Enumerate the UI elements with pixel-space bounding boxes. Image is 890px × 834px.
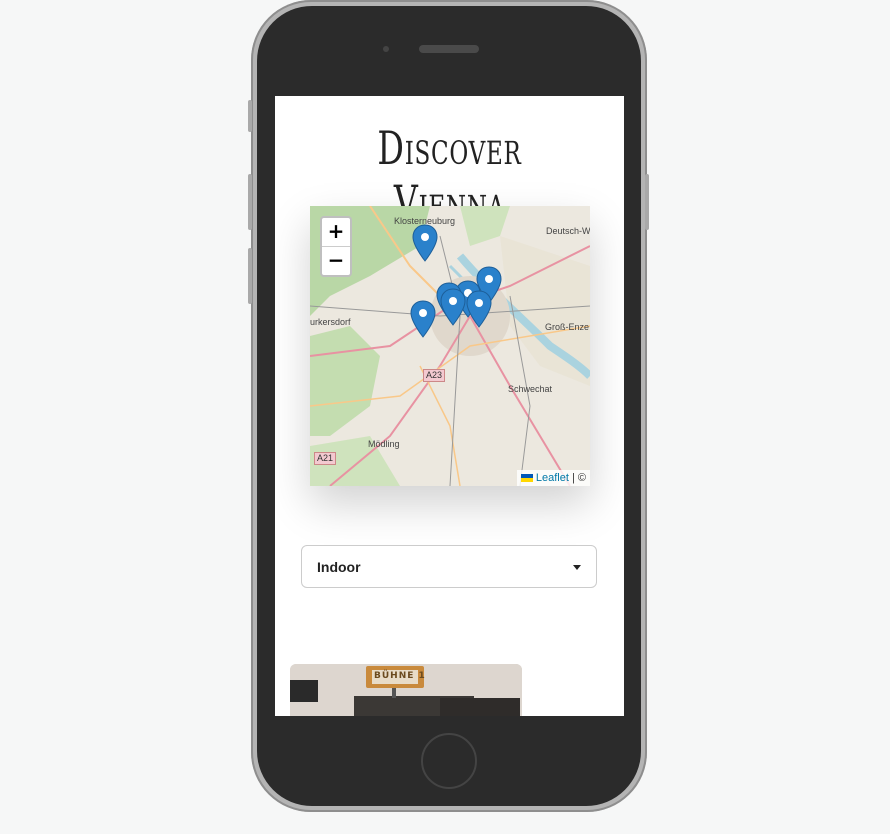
speaker-grille [419, 45, 479, 53]
map-label: Deutsch-W [546, 226, 590, 236]
map[interactable]: Klosterneuburg Deutsch-W urkersdorf Groß… [310, 206, 590, 486]
map-pin-icon[interactable] [440, 288, 466, 326]
card-image[interactable]: BÜHNE 1 [290, 664, 522, 716]
front-camera [383, 46, 389, 52]
map-pin-icon[interactable] [412, 224, 438, 262]
ukraine-flag-icon [520, 474, 533, 483]
phone-screen: Discover Vienna Klosterneuburg Deutsch-W… [275, 96, 624, 716]
home-button[interactable] [421, 733, 477, 789]
road-shield: A21 [314, 452, 337, 465]
leaflet-link[interactable]: Leaflet [536, 472, 569, 484]
copyright-link[interactable]: © [578, 472, 586, 484]
road-shield: A23 [423, 369, 446, 382]
map-attribution: Leaflet | © [516, 470, 590, 486]
map-label: Groß-Enze [545, 322, 590, 332]
map-label: urkersdorf [310, 317, 351, 327]
category-select[interactable]: Indoor [301, 545, 597, 588]
volume-down-button [248, 248, 252, 304]
map-label: Schwechat [508, 384, 553, 394]
zoom-control: + − [320, 216, 352, 277]
map-pin-icon[interactable] [410, 300, 436, 338]
chevron-down-icon [573, 565, 581, 570]
map-tiles [310, 206, 590, 486]
zoom-in-button[interactable]: + [322, 218, 350, 247]
mute-switch [248, 100, 252, 132]
zoom-out-button[interactable]: − [322, 247, 350, 275]
map-pin-icon[interactable] [466, 290, 492, 328]
attribution-separator: | [571, 472, 575, 484]
category-select-value: Indoor [317, 559, 361, 575]
map-label: Mödling [368, 439, 400, 449]
volume-up-button [248, 174, 252, 230]
card-image-sign: BÜHNE 1 [374, 671, 426, 681]
power-button [645, 174, 649, 230]
